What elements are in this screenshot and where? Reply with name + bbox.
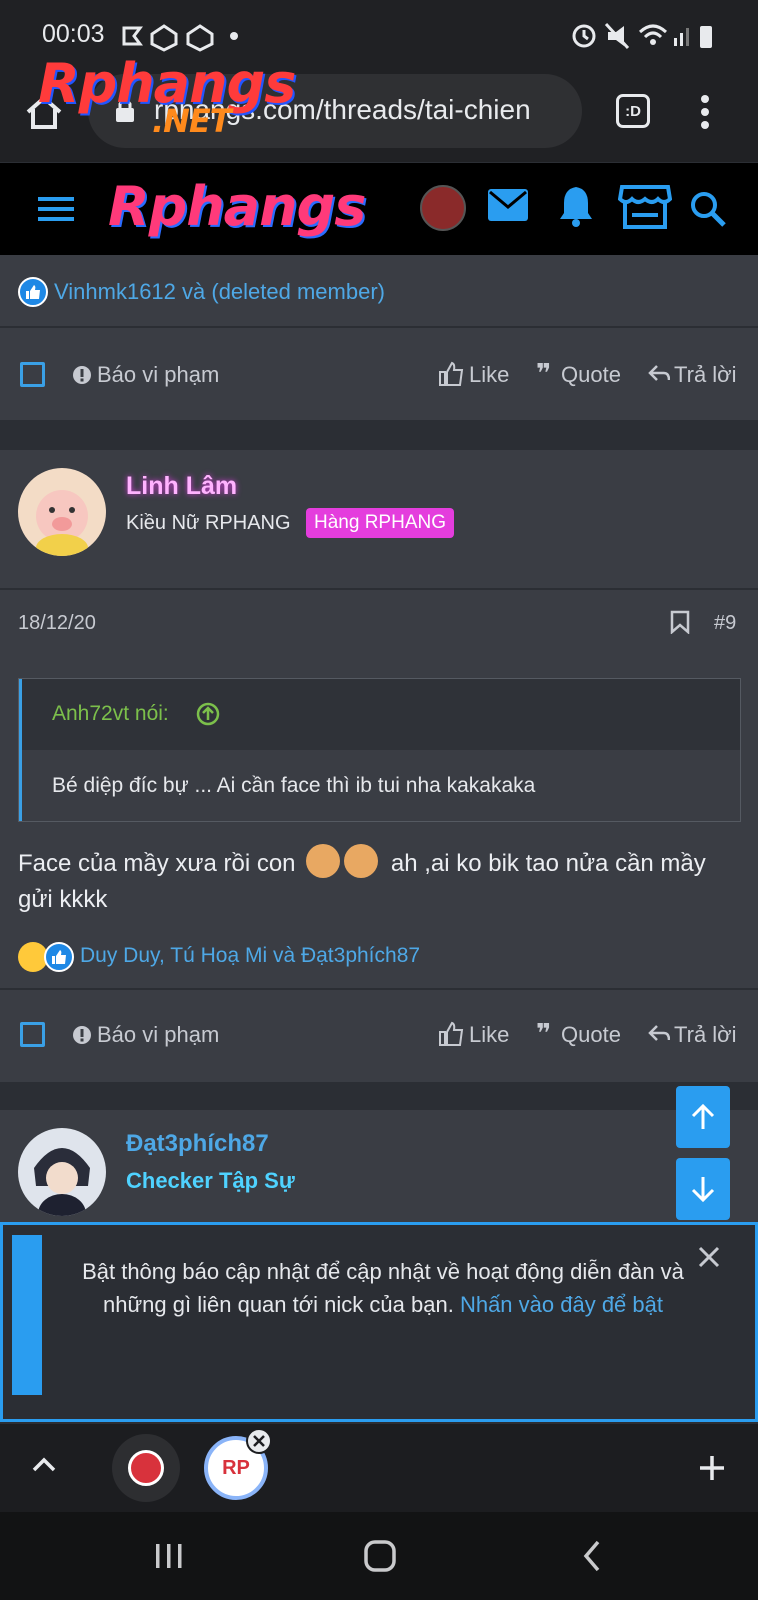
status-time: 00:03: [42, 20, 105, 48]
quote-author[interactable]: Anh72vt nói:: [52, 702, 169, 726]
menu-dots-icon[interactable]: [698, 94, 712, 130]
warning-icon: [73, 366, 91, 384]
system-nav-bar: [0, 1512, 758, 1600]
quote-header: Anh72vt nói:: [22, 678, 741, 750]
like-reaction-icon: [18, 277, 48, 307]
chevron-up-icon[interactable]: [32, 1456, 56, 1472]
search-icon[interactable]: [690, 191, 726, 227]
post-9-actions: Báo vi phạm Like ❞ Quote Trả lời: [0, 990, 758, 1082]
user-title: Kiều Nữ RPHANG: [126, 512, 291, 534]
app-bubble-icon: [128, 1450, 164, 1486]
post-message: Face của mầy xưa rồi con ah ,ai ko bik t…: [18, 844, 738, 918]
quote-block: Anh72vt nói: Bé diệp đíc bự ... Ai cần f…: [18, 678, 741, 822]
thumbs-up-icon: [439, 1021, 464, 1046]
report-button[interactable]: Báo vi phạm: [97, 1022, 219, 1048]
avatar[interactable]: [18, 1128, 106, 1216]
site-header: Rphangs: [0, 163, 758, 255]
prev-post-reactions: Vinhmk1612 và (deleted member): [0, 255, 758, 327]
recent-apps-icon[interactable]: [154, 1542, 184, 1570]
scroll-top-button[interactable]: [676, 1086, 730, 1148]
message-text-1: Face của mầy xưa rồi con: [18, 850, 296, 877]
mail-icon[interactable]: [488, 189, 528, 221]
prev-post-actions: Báo vi phạm Like ❞ Quote Trả lời: [0, 328, 758, 420]
quote-button[interactable]: Quote: [561, 1022, 621, 1048]
quote-text: Bé diệp đíc bự ... Ai cần face thì ib tu…: [52, 774, 536, 797]
user-badge: Hàng RPHANG: [306, 508, 454, 538]
quote-icon: ❞: [536, 358, 552, 388]
bell-icon[interactable]: [558, 185, 594, 227]
overlay-logo-sub: .NET: [152, 102, 232, 140]
reply-button[interactable]: Trả lời: [674, 362, 737, 388]
browser-chrome: 00:03 rphangs.com/threads/tai-chien Rpha…: [0, 0, 758, 162]
bookmark-icon[interactable]: [670, 610, 690, 634]
like-button[interactable]: Like: [469, 1022, 509, 1048]
push-notification-banner: Bật thông báo cập nhật để cập nhật về ho…: [0, 1222, 758, 1422]
system-status-icons: [572, 22, 712, 50]
arrow-up-icon: [691, 1103, 715, 1129]
plus-icon[interactable]: [698, 1454, 726, 1482]
post-date[interactable]: 18/12/20: [18, 612, 96, 635]
reply-button[interactable]: Trả lời: [674, 1022, 737, 1048]
select-checkbox[interactable]: [20, 362, 45, 387]
reactions-list[interactable]: Vinhmk1612 và (deleted member): [54, 279, 385, 305]
back-icon[interactable]: [582, 1540, 602, 1572]
like-button[interactable]: Like: [469, 362, 509, 388]
app-bubble[interactable]: [112, 1434, 180, 1502]
post-9-body: 18/12/20 #9 Anh72vt nói: Bé diệp đíc bự …: [0, 590, 758, 988]
dog-emoji-icon: [306, 844, 341, 878]
enable-notifications-link[interactable]: Nhấn vào đây để bật: [460, 1292, 663, 1317]
author-name[interactable]: Đạt3phích87: [126, 1130, 269, 1158]
post-9-author-block: Linh Lâm Kiều Nữ RPHANG Hàng RPHANG: [0, 450, 758, 588]
scroll-bottom-button[interactable]: [676, 1158, 730, 1220]
rp-bubble-label: RP: [222, 1456, 250, 1479]
reply-icon: [648, 1025, 670, 1041]
banner-accent: [12, 1235, 42, 1395]
store-icon[interactable]: [618, 183, 672, 229]
reply-icon: [648, 365, 670, 381]
user-avatar[interactable]: [420, 185, 466, 231]
home-nav-icon[interactable]: [364, 1540, 396, 1572]
select-checkbox[interactable]: [20, 1022, 45, 1047]
bubble-bar: RP: [0, 1424, 758, 1512]
close-icon[interactable]: [697, 1245, 721, 1269]
site-logo[interactable]: Rphangs: [108, 175, 366, 238]
like-reaction-icon: [44, 942, 74, 972]
hamburger-icon[interactable]: [38, 195, 74, 223]
banner-message: Bật thông báo cập nhật để cập nhật về ho…: [63, 1255, 703, 1321]
close-icon: [253, 1435, 265, 1447]
author-name[interactable]: Linh Lâm: [126, 472, 237, 501]
tab-switcher-button[interactable]: :D: [616, 94, 650, 128]
quote-button[interactable]: Quote: [561, 362, 621, 388]
report-button[interactable]: Báo vi phạm: [97, 362, 219, 388]
post-number[interactable]: #9: [714, 612, 736, 635]
warning-icon: [73, 1026, 91, 1044]
dog-emoji-icon: [344, 844, 379, 878]
reactions-list[interactable]: Duy Duy, Tú Hoạ Mi và Đạt3phích87: [80, 944, 420, 968]
quote-icon: ❞: [536, 1018, 552, 1048]
arrow-up-circle-icon[interactable]: [196, 702, 220, 726]
notification-icons: [122, 24, 238, 52]
post-10-author-block: Đạt3phích87 Checker Tập Sự: [0, 1110, 758, 1224]
thumbs-up-icon: [439, 361, 464, 386]
avatar[interactable]: [18, 468, 106, 556]
close-bubble-button[interactable]: [246, 1428, 272, 1454]
user-title: Checker Tập Sự: [126, 1168, 295, 1193]
arrow-down-icon: [691, 1177, 715, 1203]
